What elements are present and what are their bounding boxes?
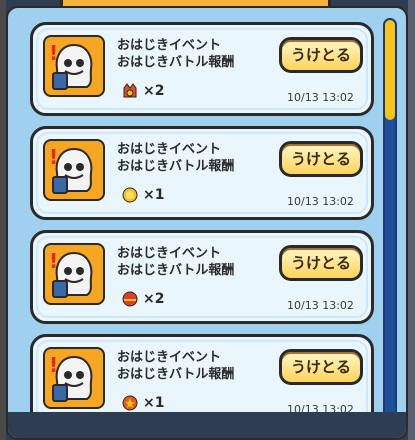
receive-button[interactable]: うけとる <box>279 37 363 73</box>
list-item: ! おはじきイベント おはじきバトル報酬 ×2 うけとる 10/13 13:02 <box>30 22 374 116</box>
timestamp: 10/13 13:02 <box>287 195 354 208</box>
right-edge <box>408 0 415 440</box>
receive-button[interactable]: うけとる <box>279 349 363 385</box>
item-title-line1: おはじきイベント <box>117 142 222 157</box>
avatar: ! <box>43 35 105 97</box>
star-orb-icon <box>121 394 139 412</box>
receive-button[interactable]: うけとる <box>279 245 363 281</box>
alert-icon: ! <box>49 41 59 65</box>
timestamp: 10/13 13:02 <box>287 91 354 104</box>
timestamp: 10/13 13:02 <box>287 299 354 312</box>
reward: ×1 <box>121 185 164 205</box>
list-item: ! おはじきイベント おはじきバトル報酬 ×1 うけとる 10/13 13:02 <box>30 126 374 220</box>
item-title-line1: おはじきイベント <box>117 38 222 53</box>
item-title-line2: おはじきバトル報酬 <box>117 55 235 70</box>
reward-list-panel: ! おはじきイベント おはじきバトル報酬 ×2 うけとる 10/13 13:02… <box>6 6 408 440</box>
reward-quantity: ×1 <box>143 187 165 203</box>
item-title-line1: おはじきイベント <box>117 350 222 365</box>
gold-coin-icon <box>121 186 139 204</box>
receive-button[interactable]: うけとる <box>279 141 363 177</box>
crown-medal-icon <box>121 82 139 100</box>
alert-icon: ! <box>49 249 59 273</box>
reward: ×1 <box>121 393 164 413</box>
reward-quantity: ×2 <box>143 83 165 99</box>
item-title: おはじきイベント おはじきバトル報酬 <box>117 141 234 175</box>
item-title: おはじきイベント おはじきバトル報酬 <box>117 37 234 71</box>
panel-footer <box>8 412 406 438</box>
scrollbar[interactable] <box>383 18 397 424</box>
item-title-line2: おはじきバトル報酬 <box>117 159 235 174</box>
item-title-line2: おはじきバトル報酬 <box>117 367 235 382</box>
avatar: ! <box>43 347 105 409</box>
reward-quantity: ×1 <box>143 395 165 411</box>
scrollbar-thumb[interactable] <box>385 20 395 120</box>
avatar: ! <box>43 243 105 305</box>
reward-quantity: ×2 <box>143 291 165 307</box>
reward: ×2 <box>121 81 164 101</box>
reward: ×2 <box>121 289 164 309</box>
red-orb-icon <box>121 290 139 308</box>
alert-icon: ! <box>49 145 59 169</box>
alert-icon: ! <box>49 353 59 377</box>
list-item: ! おはじきイベント おはじきバトル報酬 ×2 うけとる 10/13 13:02 <box>30 230 374 324</box>
avatar: ! <box>43 139 105 201</box>
item-title-line2: おはじきバトル報酬 <box>117 263 235 278</box>
item-title: おはじきイベント おはじきバトル報酬 <box>117 245 234 279</box>
item-title: おはじきイベント おはじきバトル報酬 <box>117 349 234 383</box>
item-title-line1: おはじきイベント <box>117 246 222 261</box>
